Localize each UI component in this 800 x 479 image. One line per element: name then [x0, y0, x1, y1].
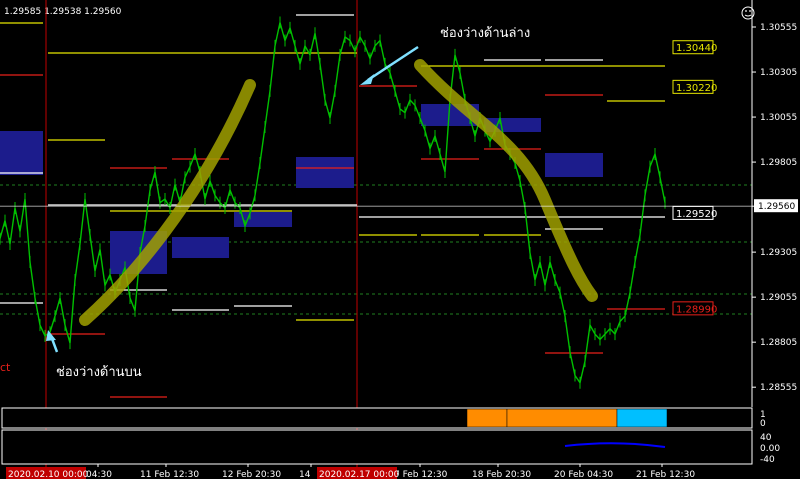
indicator-1-block — [506, 408, 618, 428]
time-axis-label: 11 Feb 12:30 — [140, 470, 199, 479]
indicator-panel-2-frame — [1, 429, 753, 465]
indicator-2-tick: 40 — [760, 433, 772, 443]
time-axis-label: 14 — [299, 470, 311, 479]
price-chart[interactable]: 1.29585 1.29538 1.29560 ช่องว่างด้านล่าง… — [0, 0, 800, 479]
price-axis-label: 1.29805 — [760, 158, 797, 168]
time-axis-label: 21 Feb 12:30 — [636, 470, 695, 479]
price-box-label: 1.30440 — [676, 43, 717, 54]
indicator-1-block — [616, 408, 668, 428]
indicator-panel-1[interactable]: 1 0 — [1, 407, 766, 429]
time-axis-label: 12 Feb 20:30 — [222, 470, 281, 479]
current-price-label: 1.29560 — [758, 202, 795, 212]
indicator-panel-2[interactable]: 40 0.00 -40 — [1, 429, 780, 465]
price-axis-label: 1.28805 — [760, 338, 797, 348]
indicator-2-tick: 0.00 — [760, 444, 780, 454]
indicator-1-tick: 0 — [760, 419, 766, 429]
price-box-label: 1.30220 — [676, 83, 717, 94]
price-axis-label: 1.29305 — [760, 248, 797, 258]
price-axis-label: 1.29055 — [760, 293, 797, 303]
annotation-label-upper-gap: ช่องว่างด้านบน — [56, 365, 142, 380]
zone-box — [172, 237, 229, 258]
indicator-2-tick: -40 — [760, 455, 775, 465]
indicator-1-block — [466, 408, 508, 428]
highlight-date-label: 2020.02.10 00:00 — [8, 470, 89, 479]
price-axis-label: 1.30555 — [760, 23, 797, 33]
indicator-1-blocks — [466, 408, 668, 428]
zone-box — [545, 153, 603, 177]
highlight-date-label: 2020.02.17 00:00 — [319, 470, 400, 479]
annotation-label-lower-gap: ช่องว่างด้านล่าง — [440, 26, 530, 41]
ohlc-readout: 1.29585 1.29538 1.29560 — [4, 7, 122, 17]
time-axis-label: 04:30 — [86, 470, 112, 479]
time-axis-label: 20 Feb 04:30 — [554, 470, 613, 479]
zone-box — [0, 131, 43, 175]
time-axis-label: 18 Feb 20:30 — [472, 470, 531, 479]
price-axis-label: 1.30305 — [760, 68, 797, 78]
time-axis-label: 7 Feb 12:30 — [394, 470, 448, 479]
price-box-label: 1.29520 — [676, 209, 717, 220]
price-axis-label: 1.30055 — [760, 113, 797, 123]
partial-object-label: ct — [0, 361, 11, 374]
price-axis-label: 1.28555 — [760, 383, 797, 393]
price-box-label: 1.28990 — [676, 304, 717, 315]
zone-box — [296, 157, 354, 188]
